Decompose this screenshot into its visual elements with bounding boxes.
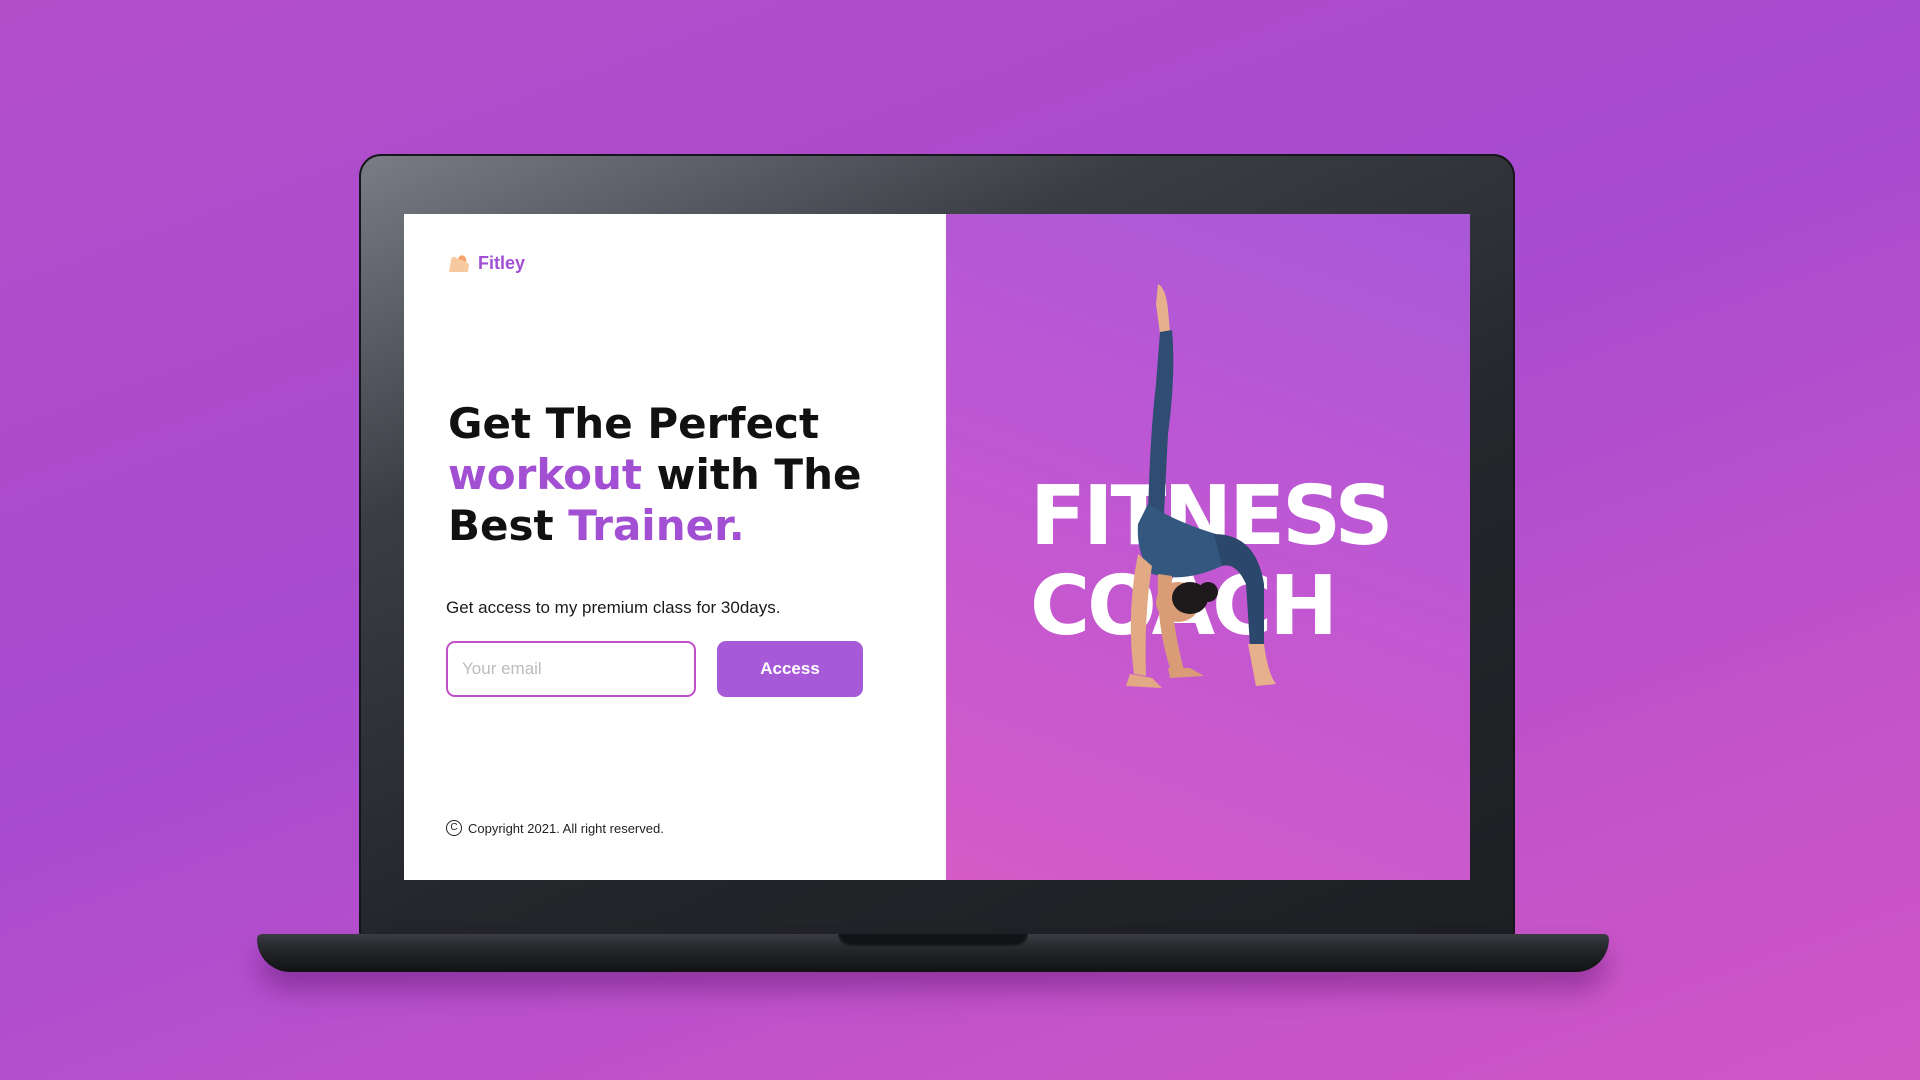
laptop-hinge [838,934,1028,948]
footer-copyright: C Copyright 2021. All right reserved. [446,820,664,836]
headline-accent-workout: workout [448,450,643,499]
headline-line-3: Best [448,501,569,550]
email-input[interactable] [446,641,696,697]
access-button[interactable]: Access [717,641,863,697]
brand-logo[interactable]: Fitley [446,250,525,276]
laptop-screen: Fitley Get The Perfect workout with The … [404,214,1470,880]
gymnast-figure-image [1126,284,1276,688]
access-description: Get access to my premium class for 30day… [446,598,781,617]
flexed-arm-icon [449,255,469,272]
headline-accent-trainer: Trainer. [568,501,745,550]
brand-name: Fitley [478,252,526,273]
page-headline: Get The Perfect workout with The Best Tr… [448,398,918,551]
headline-line-2: with The [642,450,862,499]
copyright-icon: C [446,820,462,836]
hero-image-panel: FITNESS COACH [946,214,1470,880]
copyright-text: Copyright 2021. All right reserved. [468,820,664,836]
landing-left-panel: Fitley Get The Perfect workout with The … [404,214,946,880]
headline-line-1: Get The Perfect [448,399,820,448]
